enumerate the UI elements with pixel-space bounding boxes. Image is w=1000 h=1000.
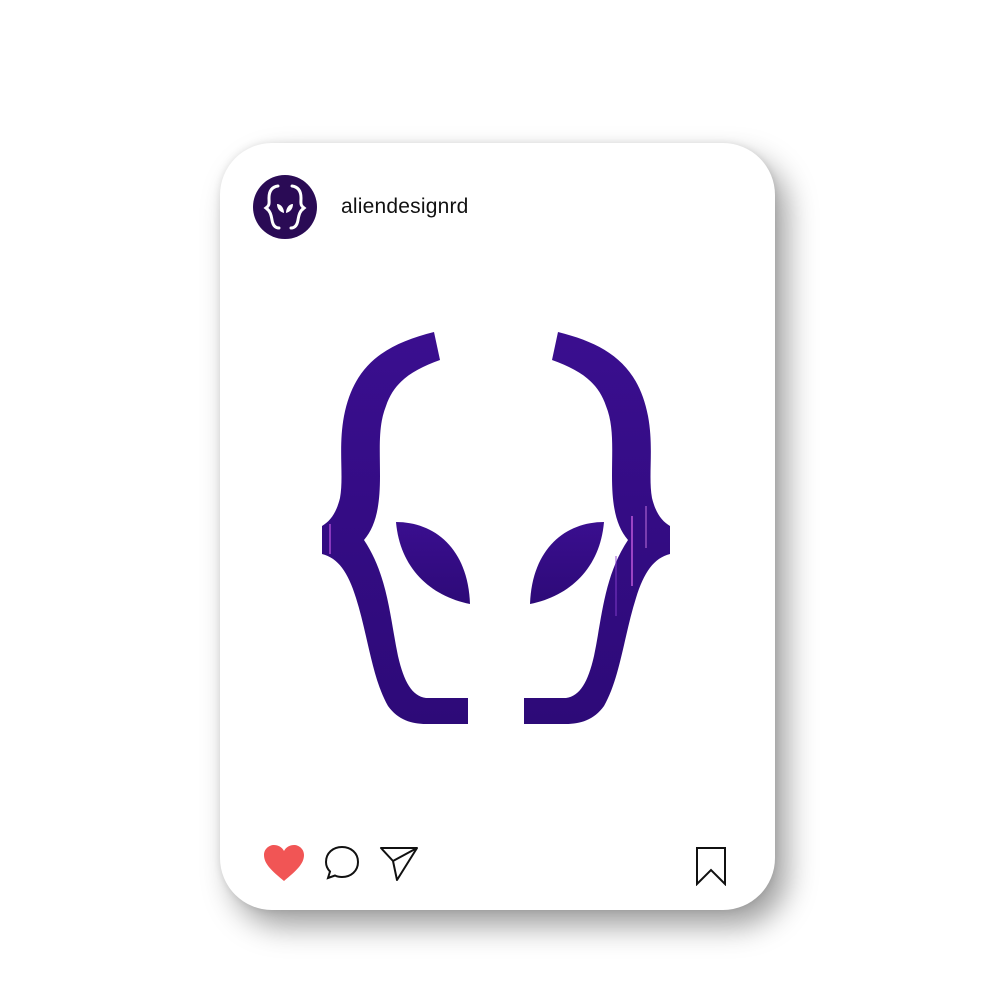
bookmark-icon [696, 847, 726, 887]
left-brace [322, 332, 468, 724]
username[interactable]: aliendesignrd [341, 195, 469, 219]
like-button[interactable] [262, 843, 306, 883]
save-button[interactable] [694, 846, 728, 891]
right-eye [530, 522, 604, 604]
post-header: aliendesignrd [253, 175, 469, 239]
alien-logo-icon [263, 184, 307, 230]
send-icon [380, 847, 418, 881]
comment-button[interactable] [322, 843, 362, 883]
avatar[interactable] [253, 175, 317, 239]
post-image-alien-logo [322, 332, 670, 724]
stage: aliendesignrd [0, 0, 1000, 1000]
heart-icon [264, 845, 304, 881]
action-bar [262, 843, 436, 883]
comment-icon [324, 845, 360, 880]
share-button[interactable] [378, 843, 420, 883]
post-card: aliendesignrd [220, 143, 775, 910]
left-eye [396, 522, 470, 604]
